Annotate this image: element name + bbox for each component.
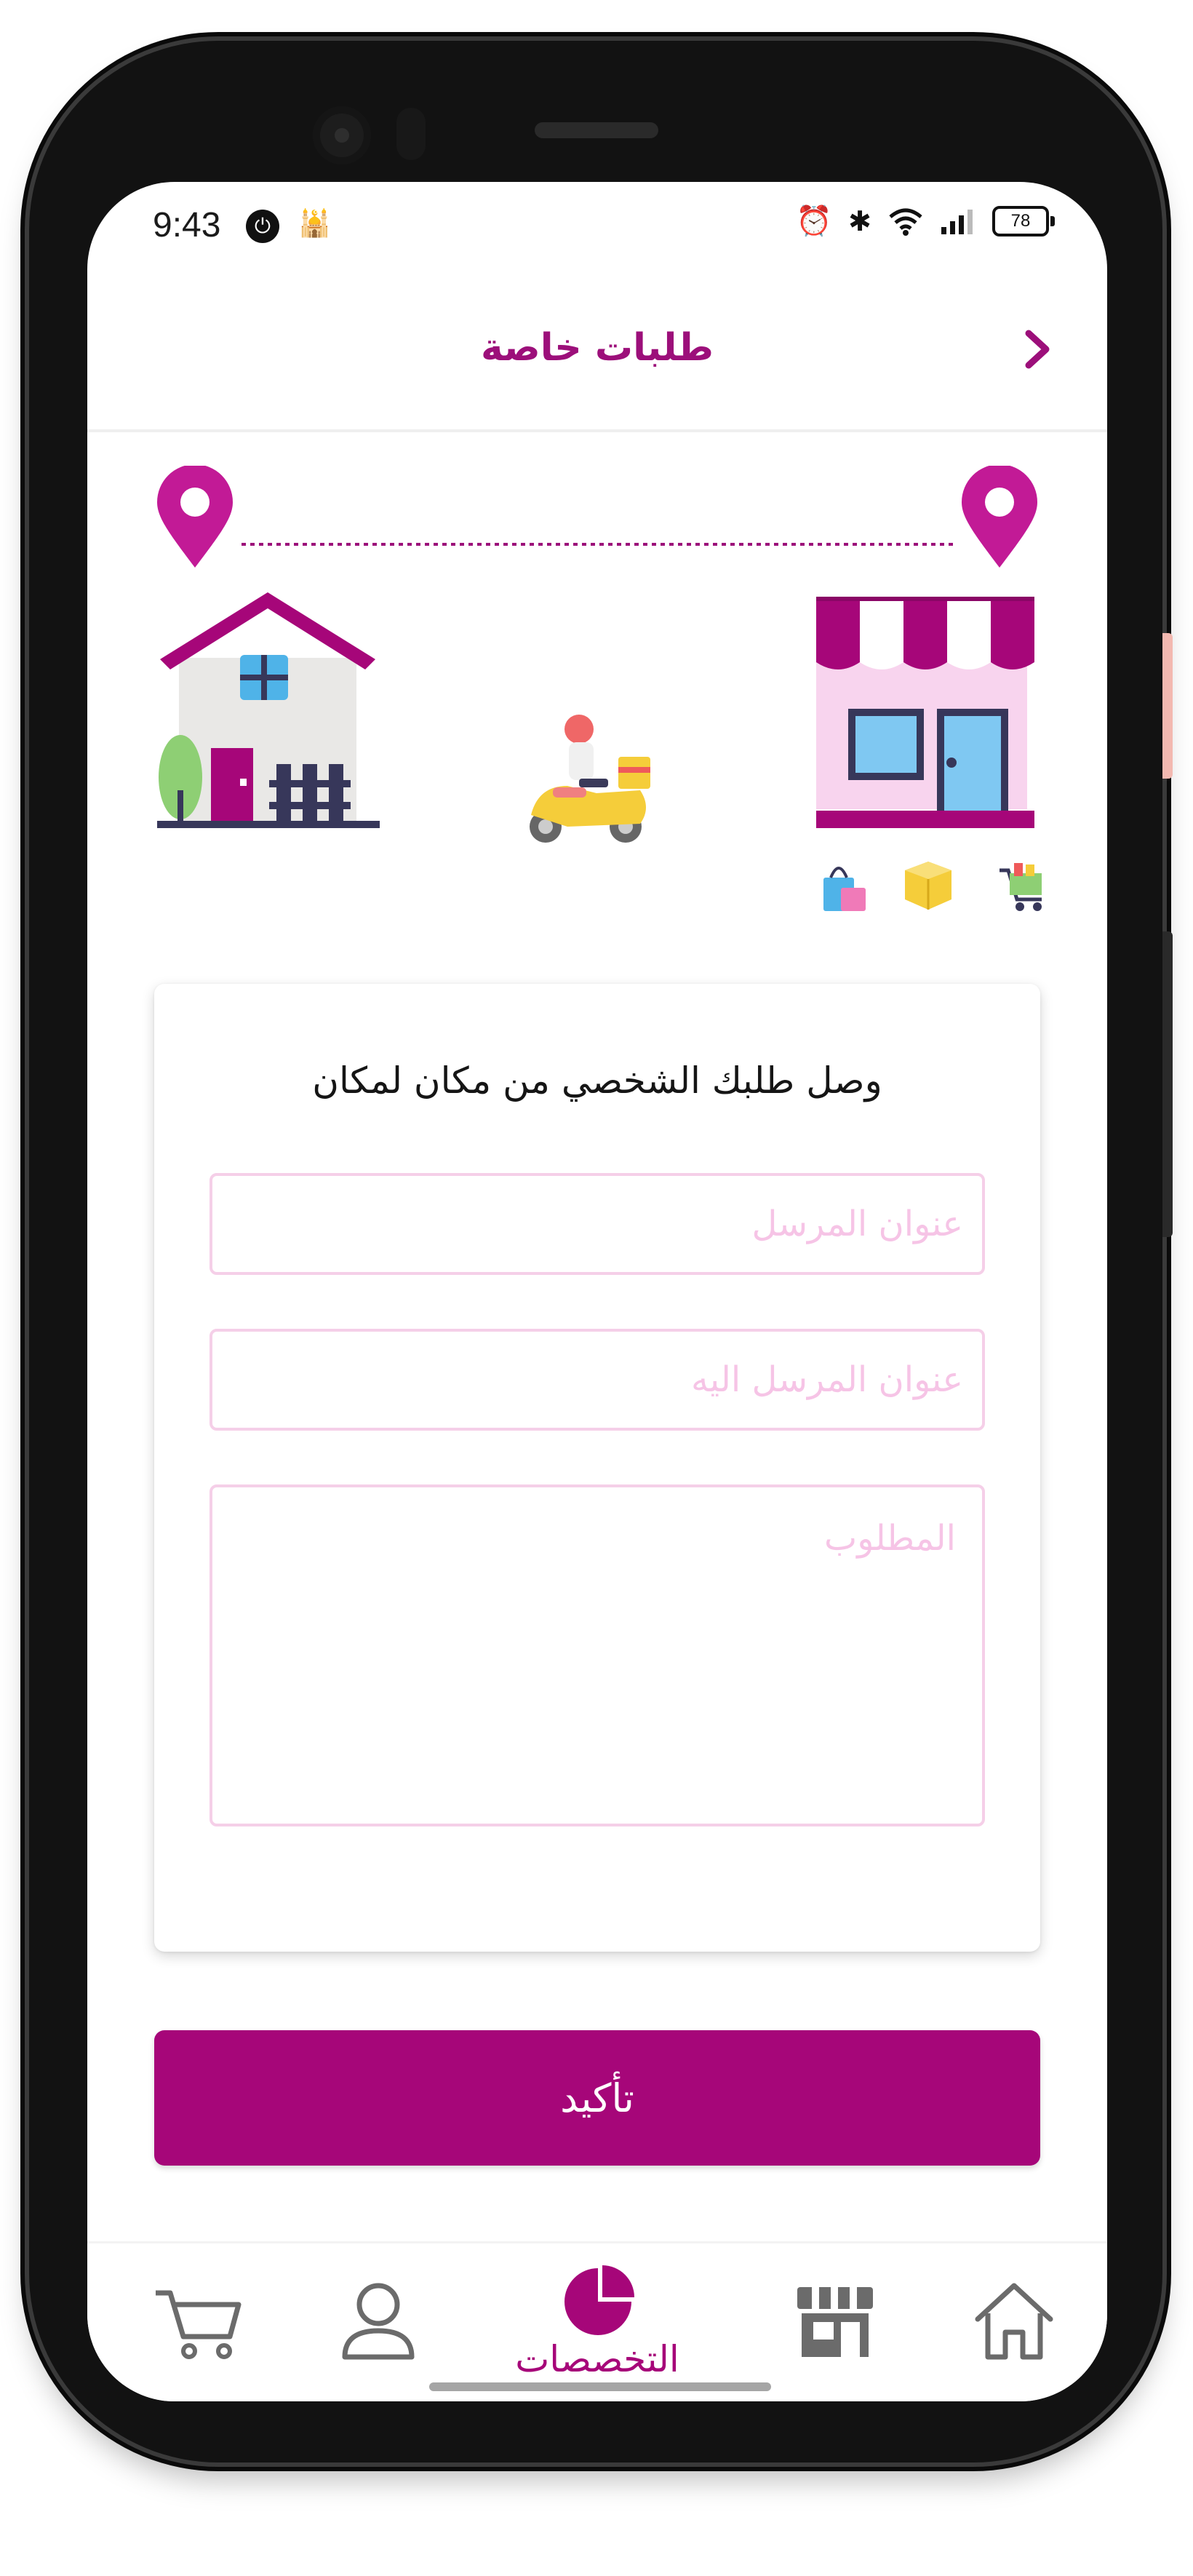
wifi-icon [889,208,922,236]
bluetooth-icon: ✱ [848,204,871,237]
cart-icon[interactable] [148,2273,250,2367]
status-time: 9:43 [153,206,221,245]
chevron-right-icon[interactable] [1008,320,1066,378]
proximity-sensor [396,108,426,160]
signal-icon [941,209,973,234]
delivery-illustration [157,466,1042,911]
bottom-nav: التخصصات [87,2241,1107,2401]
shopping-cart-icon [1000,863,1042,911]
package-box-icon [905,862,951,910]
battery-icon: 78 [992,205,1055,236]
home-icon[interactable] [963,2273,1065,2367]
store-icon [816,597,1034,828]
sender-address-input[interactable] [212,1176,982,1272]
app-screen: 9:43 ⏻ 🕌 ⏰ ✱ 78 طلبات خاصة وصل طلبك الشخ… [87,182,1107,2401]
earpiece-speaker [535,122,658,138]
front-camera [313,106,371,164]
shopping-bag-icon [823,867,866,911]
request-form-card: وصل طلبك الشخصي من مكان لمكان [154,984,1040,1952]
location-pin-icon [157,466,233,568]
gesture-home-bar[interactable] [429,2382,771,2391]
profile-icon[interactable] [327,2273,429,2367]
status-icons: ⏰ ✱ 78 [796,204,1055,238]
request-details-textarea[interactable] [212,1487,982,1824]
status-bar: 9:43 ⏻ 🕌 ⏰ ✱ 78 [87,182,1107,277]
form-heading: وصل طلبك الشخصي من مكان لمكان [312,1060,882,1102]
recipient-address-input[interactable] [212,1332,982,1428]
delivery-scooter-icon [530,715,650,843]
sender-address-field [210,1173,985,1275]
house-icon [157,592,380,828]
volume-button [1162,633,1173,779]
mosque-icon: 🕌 [298,209,331,239]
page-title: طلبات خاصة [480,326,714,370]
specialties-icon [564,2265,634,2335]
power-icon: ⏻ [246,210,279,243]
confirm-button[interactable]: تأكيد [154,2030,1040,2166]
location-pin-icon [962,466,1037,568]
recipient-address-field [210,1329,985,1431]
request-details-field [210,1484,985,1826]
power-button [1162,931,1173,1237]
store-icon[interactable] [784,2273,886,2367]
alarm-icon: ⏰ [796,204,833,238]
nav-item-specialties[interactable]: التخصصات [502,2258,693,2396]
nav-label-specialties: التخصصات [515,2338,679,2380]
app-header: طلبات خاصة [87,277,1107,432]
